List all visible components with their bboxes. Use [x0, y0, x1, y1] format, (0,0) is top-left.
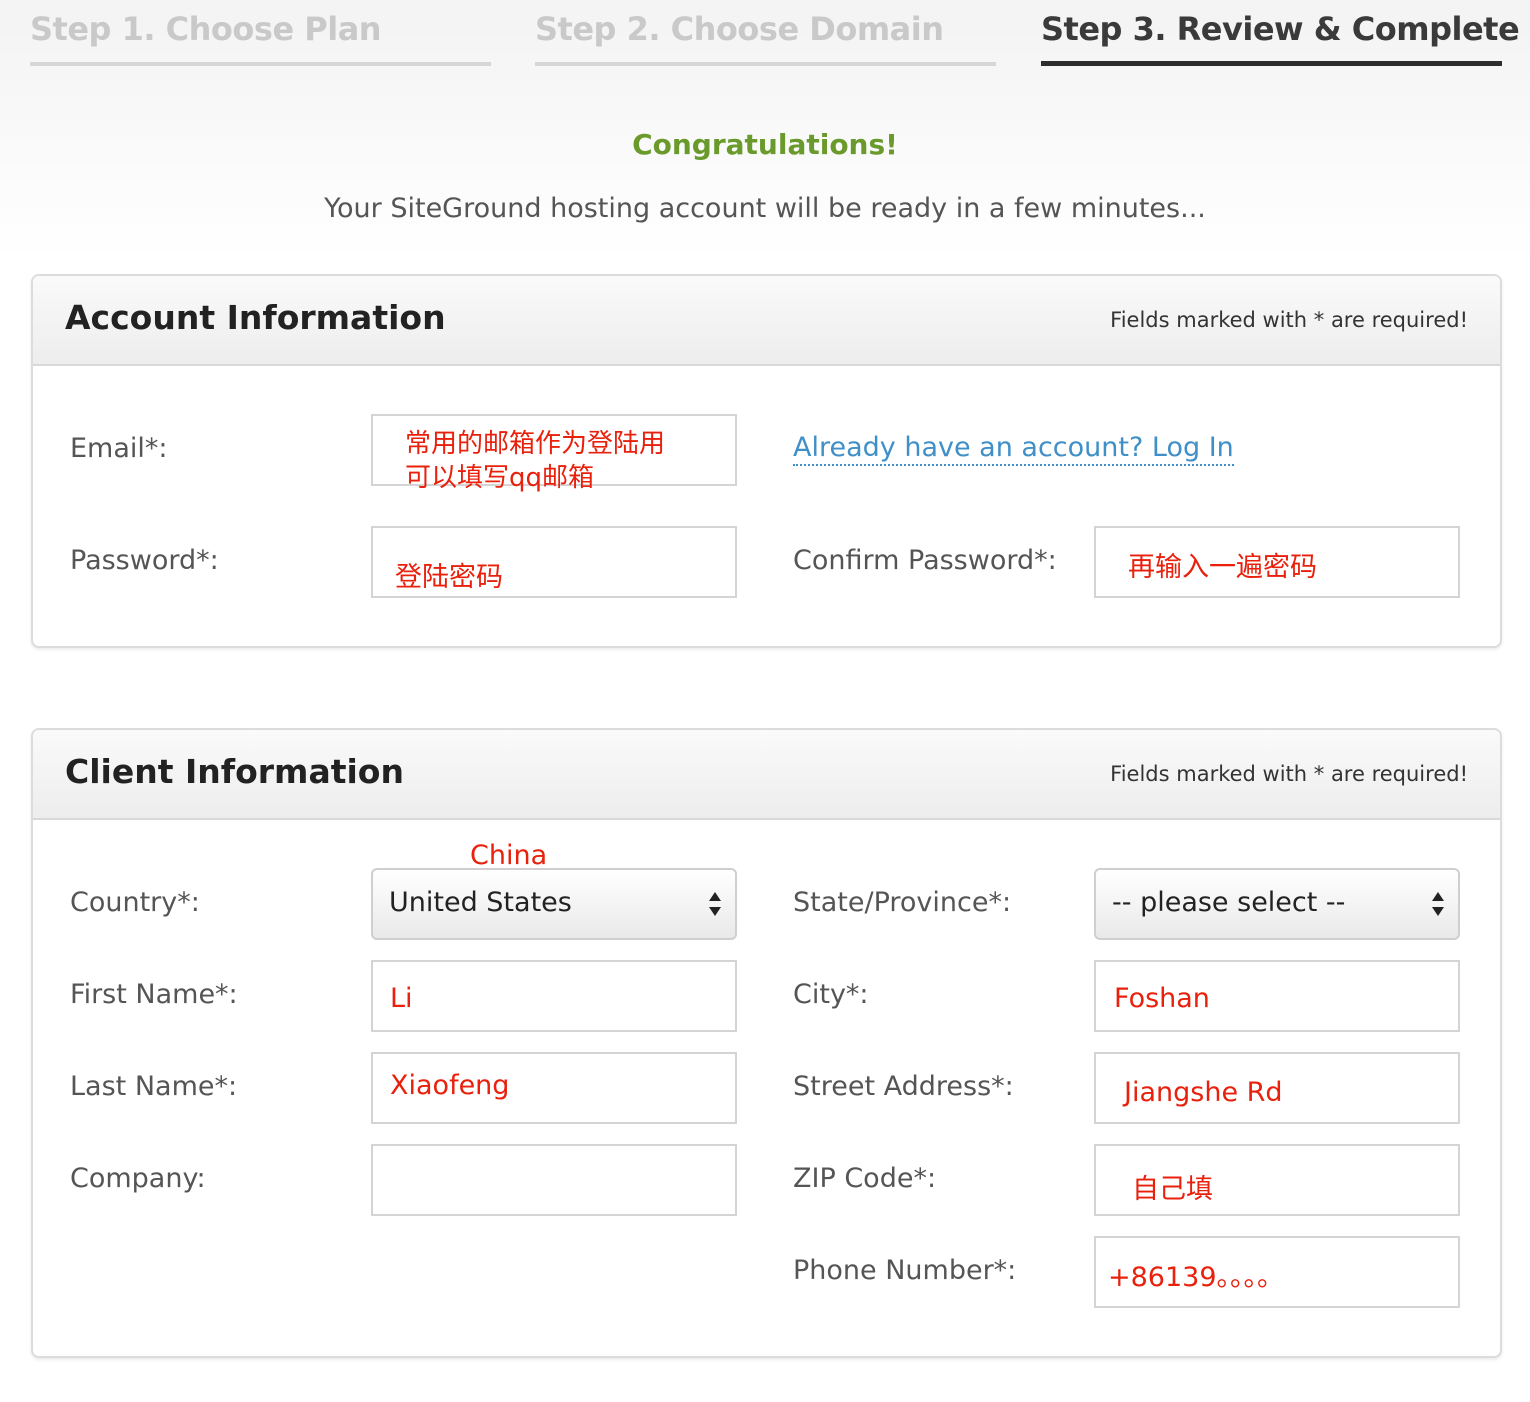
last-name-annotation: Xiaofeng [390, 1070, 510, 1101]
country-select[interactable]: United States [371, 868, 737, 940]
step-progress-bar [1041, 61, 1502, 66]
country-selected-value: United States [389, 887, 572, 918]
step-label: Step 3. Review & Complete [1041, 10, 1520, 48]
ready-message: Your SiteGround hosting account will be … [324, 193, 1206, 224]
state-label: State/Province*: [793, 887, 1012, 918]
phone-number-label: Phone Number*: [793, 1255, 1017, 1286]
state-selected-value: -- please select -- [1112, 887, 1346, 918]
select-arrows-icon [709, 892, 721, 916]
email-label: Email*: [70, 433, 168, 464]
first-name-annotation: Li [390, 983, 413, 1014]
confirm-password-annotation: 再输入一遍密码 [1128, 552, 1317, 583]
company-field[interactable] [371, 1144, 737, 1216]
country-annotation: China [470, 840, 548, 871]
company-label: Company: [70, 1163, 206, 1194]
confirm-password-label: Confirm Password*: [793, 545, 1057, 576]
step-label: Step 1. Choose Plan [30, 10, 382, 48]
phone-number-annotation: +86139。。。。 [1108, 1262, 1285, 1293]
step-progress-bar [535, 62, 996, 66]
panel-title: Client Information [65, 752, 404, 791]
password-annotation: 登陆密码 [395, 562, 503, 593]
step-review-complete: Step 3. Review & Complete [1041, 0, 1520, 66]
last-name-label: Last Name*: [70, 1071, 238, 1102]
country-label: Country*: [70, 887, 200, 918]
panel-header: Client Information Fields marked with * … [33, 730, 1500, 820]
city-annotation: Foshan [1114, 983, 1210, 1014]
required-note: Fields marked with * are required! [1110, 308, 1468, 332]
street-address-annotation: Jiangshe Rd [1124, 1077, 1283, 1108]
checkout-steps: Step 1. Choose Plan Step 2. Choose Domai… [30, 0, 1520, 70]
first-name-label: First Name*: [70, 979, 238, 1010]
street-address-label: Street Address*: [793, 1071, 1014, 1102]
password-label: Password*: [70, 545, 219, 576]
login-link[interactable]: Already have an account? Log In [793, 432, 1234, 466]
step-choose-domain[interactable]: Step 2. Choose Domain [535, 0, 996, 66]
step-label: Step 2. Choose Domain [535, 10, 944, 48]
zip-code-label: ZIP Code*: [793, 1163, 937, 1194]
zip-code-annotation: 自己填 [1132, 1174, 1213, 1205]
step-progress-bar [30, 62, 491, 66]
state-select[interactable]: -- please select -- [1094, 868, 1460, 940]
panel-title: Account Information [65, 298, 446, 337]
email-annotation-line2: 可以填写qq邮箱 [405, 463, 595, 493]
first-name-field[interactable] [371, 960, 737, 1032]
city-label: City*: [793, 979, 869, 1010]
select-arrows-icon [1432, 892, 1444, 916]
congratulations-heading: Congratulations! [632, 128, 898, 161]
panel-header: Account Information Fields marked with *… [33, 276, 1500, 366]
email-annotation-line1: 常用的邮箱作为登陆用 [405, 429, 666, 459]
required-note: Fields marked with * are required! [1110, 762, 1468, 786]
step-choose-plan[interactable]: Step 1. Choose Plan [30, 0, 491, 66]
